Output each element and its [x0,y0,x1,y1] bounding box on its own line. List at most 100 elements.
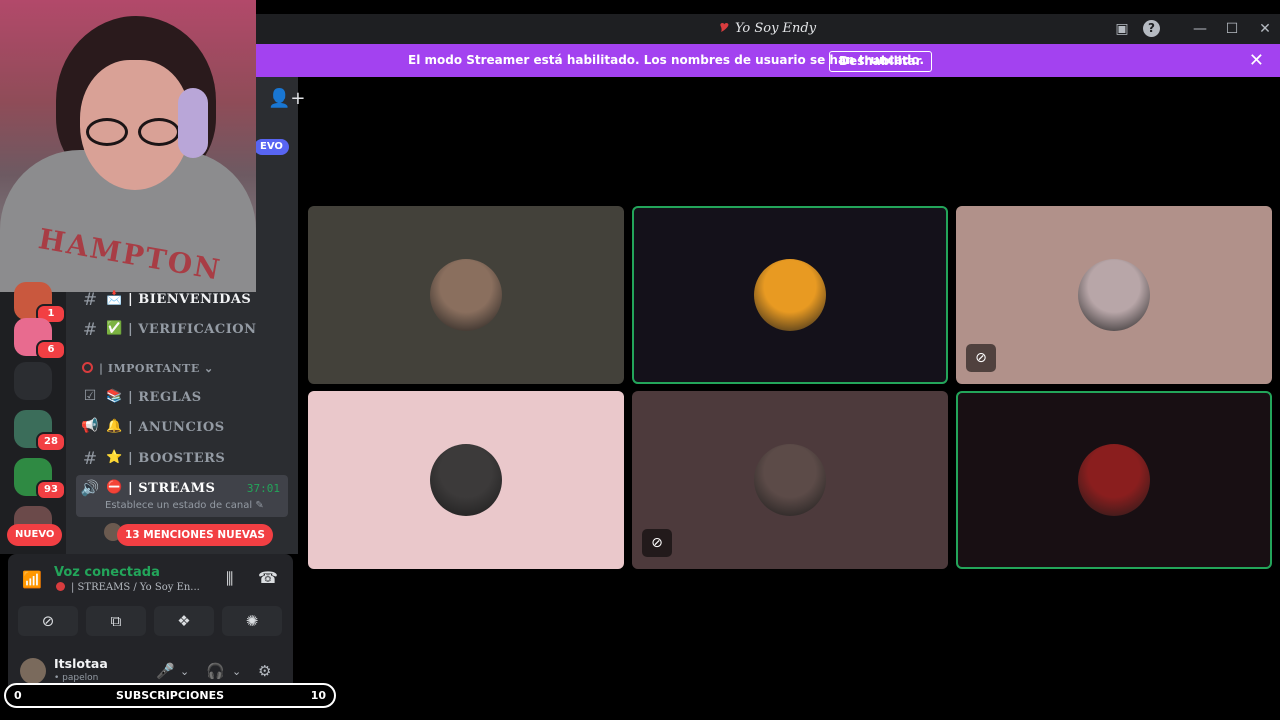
webcam-headset [178,88,208,158]
server-icon[interactable]: 28 [14,410,66,452]
chevron-down-icon[interactable]: ⌄ [232,665,241,678]
discord-window: 🎔 Yo Soy Endy ▣ ? — ☐ ✕ El modo Streamer … [0,0,1280,720]
minimize-icon[interactable]: — [1191,20,1209,38]
video-off-icon: ⊘ [966,344,996,372]
category-name: | IMPORTANTE [99,362,200,375]
subscriptions-bar: 0 SUBSCRIPCIONES 10 [4,683,336,708]
chevron-down-icon: ⌄ [204,362,214,375]
stream-timer: 37:01 [246,482,280,495]
bell-icon: 🔔 [106,419,123,434]
channel-name: | REGLAS [128,390,202,405]
screen-share-button[interactable]: ⧉ [86,606,146,636]
channel-anuncios[interactable]: 📢 🔔 | ANUNCIOS [76,414,288,442]
participant-avatar [430,259,502,331]
participant-tile[interactable] [308,206,624,384]
channel-status-hint[interactable]: Establece un estado de canal ✎ [105,500,264,511]
heart-emoji-icon: 🎔 [719,21,729,36]
webcam-glasses-left [86,118,128,146]
server-image [14,362,52,400]
help-icon[interactable]: ? [1143,20,1160,37]
voice-channel-path-text: | STREAMS / Yo Soy En... [71,582,200,593]
megaphone-icon: 📢 [81,418,99,434]
headphones-icon[interactable]: 🎧 [206,662,225,680]
voice-status-title[interactable]: Voz conectada [54,565,160,580]
noise-suppression-icon[interactable]: ⫼ [226,569,233,589]
participant-avatar [754,259,826,331]
channel-reglas[interactable]: ☑ 📚 | REGLAS [76,384,288,412]
mention-badge: 6 [36,340,66,360]
webcam-glasses-right [138,118,180,146]
participant-tile[interactable]: ⊘ [956,206,1272,384]
avatar[interactable] [20,658,46,684]
close-banner-icon[interactable]: ✕ [1249,50,1264,71]
participant-tile[interactable] [632,206,948,384]
participant-avatar [1078,444,1150,516]
no-entry-icon [82,362,93,373]
server-icon[interactable]: 1 [14,282,66,324]
participant-tile[interactable] [956,391,1272,569]
soundboard-icon: ✺ [245,612,259,630]
participant-avatar [1078,259,1150,331]
subs-label: SUBSCRIPCIONES [116,689,225,702]
add-friend-icon[interactable]: 👤+ [268,88,306,109]
participant-avatar [754,444,826,516]
video-off-icon: ⊘ [642,529,672,557]
no-entry-icon [56,582,65,591]
soundboard-button[interactable]: ✺ [222,606,282,636]
settings-gear-icon[interactable]: ⚙ [258,662,271,680]
activities-button[interactable]: ❖ [154,606,214,636]
star-icon: ⭐ [106,450,123,465]
camera-off-button[interactable]: ⊘ [18,606,78,636]
voice-connected-panel: 📶 Voz conectada | STREAMS / Yo Soy En...… [8,554,293,650]
participant-tile[interactable]: ⊘ [632,391,948,569]
mention-badge: 28 [36,432,66,452]
channel-boosters[interactable]: # ⭐ | BOOSTERS [76,445,288,473]
new-badge-partial[interactable]: EVO [254,139,289,155]
server-icon[interactable] [14,362,52,400]
close-window-icon[interactable]: ✕ [1256,20,1274,38]
mention-badge: 93 [36,480,66,500]
streamer-mode-banner: El modo Streamer está habilitado. Los no… [256,44,1280,77]
signal-icon[interactable]: 📶 [22,570,42,589]
channel-name: | ANUNCIOS [128,420,225,435]
activities-icon: ❖ [177,612,191,630]
pencil-icon: ✎ [255,500,264,511]
hash-icon: # [82,449,98,469]
channel-verificacion[interactable]: # ✅ | VERIFICACION [76,316,288,344]
new-servers-pill[interactable]: NUEVO [7,524,63,546]
check-icon: ✅ [106,321,123,336]
rules-icon: ☑ [83,388,97,404]
hash-icon: # [82,290,98,310]
disable-streamer-button[interactable]: Deshabilitar [829,51,932,72]
subs-max: 10 [310,689,326,702]
server-icon[interactable]: 93 [14,458,66,500]
envelope-icon: 📩 [106,291,123,306]
hash-icon: # [82,320,98,340]
title-bar: 🎔 Yo Soy Endy ▣ ? — ☐ ✕ [256,14,1280,44]
screen-share-icon: ⧉ [110,612,122,630]
chevron-down-icon[interactable]: ⌄ [180,665,189,678]
maximize-icon[interactable]: ☐ [1223,20,1241,38]
channel-name: | STREAMS [128,481,216,496]
server-icon[interactable]: 6 [14,318,66,360]
participant-tile[interactable] [308,391,624,569]
user-status: • papelon [54,673,99,683]
category-importante[interactable]: | IMPORTANTE ⌄ [82,362,214,375]
subs-min: 0 [14,689,22,702]
window-title-text: Yo Soy Endy [734,21,817,36]
channel-name: | VERIFICACION [128,322,257,337]
username[interactable]: Itslotaa [54,656,108,671]
disconnect-icon[interactable]: ☎ [258,568,278,587]
channel-bienvenidas[interactable]: # 📩 | BIENVENIDAS [76,286,288,314]
microphone-icon[interactable]: 🎤 [156,662,175,680]
inbox-icon[interactable]: ▣ [1113,20,1131,38]
participant-avatar [430,444,502,516]
channel-name: | BIENVENIDAS [128,292,252,307]
channel-status-text: Establece un estado de canal [105,500,253,511]
camera-off-icon: ⊘ [41,612,55,630]
new-mentions-pill[interactable]: 13 MENCIONES NUEVAS [117,524,273,546]
webcam-overlay: HAMPTON [0,0,256,292]
no-entry-icon: ⛔ [106,480,123,495]
voice-speaker-icon: 🔊 [80,479,100,497]
voice-channel-path[interactable]: | STREAMS / Yo Soy En... [56,582,200,593]
